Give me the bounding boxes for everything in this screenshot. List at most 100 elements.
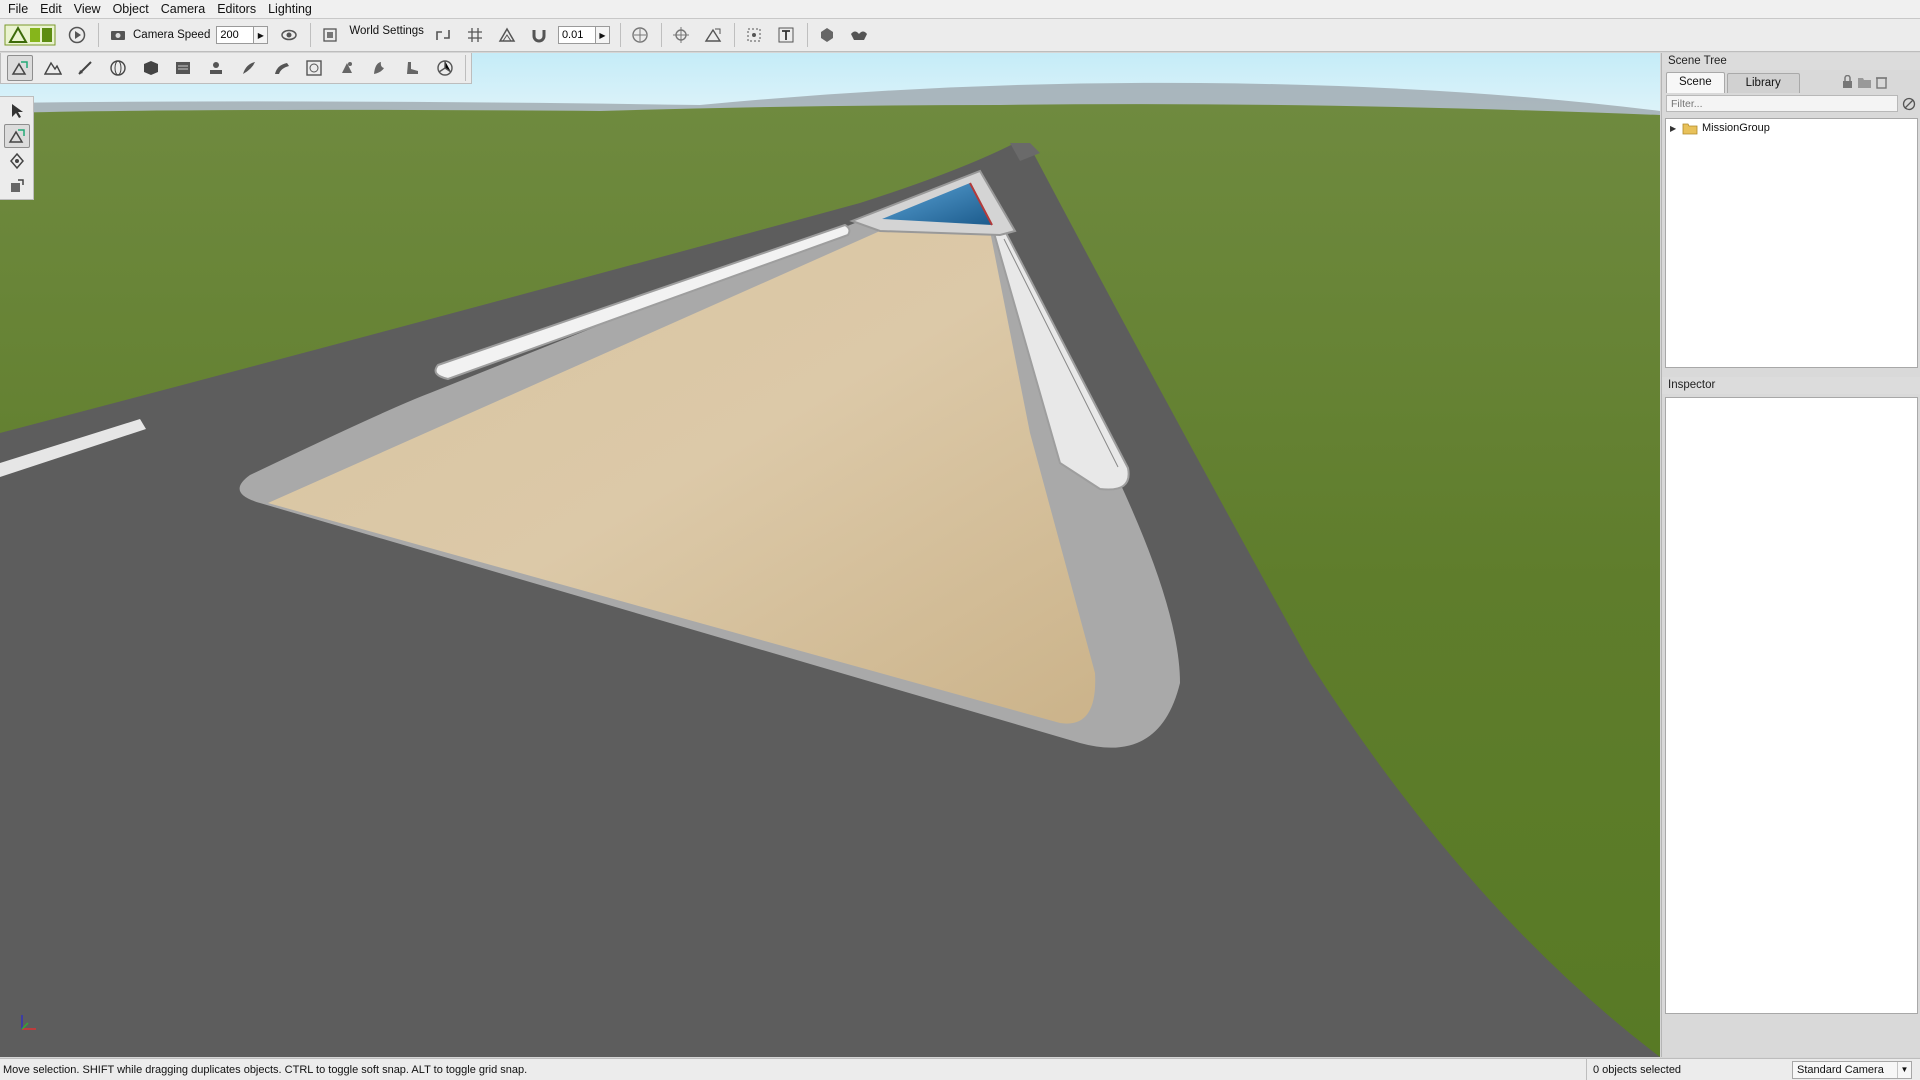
mission-area-button[interactable] (400, 55, 426, 81)
menu-file[interactable]: File (2, 0, 34, 19)
scene-viewport[interactable] (0, 53, 1660, 1057)
datablock-editor-button[interactable] (171, 55, 197, 81)
palette-collapse-handle[interactable] (465, 55, 471, 81)
move-tool-button[interactable] (3, 124, 30, 148)
selection-icon (632, 27, 648, 43)
cube-icon (143, 61, 158, 75)
object-transform-button[interactable] (700, 22, 726, 48)
clear-filter-button[interactable] (1901, 96, 1917, 112)
toolbar-separator (310, 23, 312, 47)
lock-icon[interactable] (1840, 75, 1855, 89)
navmesh-icon (437, 60, 453, 76)
snap-icon (436, 30, 450, 40)
object-snap-button[interactable] (430, 22, 456, 48)
tree-expand-icon[interactable]: ▶ (1670, 124, 1680, 133)
selection-count: 0 objects selected (1586, 1058, 1786, 1080)
road-editor-button[interactable] (269, 55, 295, 81)
scene-tree-title: Scene Tree (1662, 53, 1920, 70)
decal-icon (342, 62, 353, 73)
menu-editors[interactable]: Editors (211, 0, 262, 19)
visibility-button[interactable] (276, 22, 302, 48)
camera-mode-select[interactable]: Standard Camera ▼ (1792, 1060, 1912, 1079)
menu-edit[interactable]: Edit (34, 0, 68, 19)
select-tool-button[interactable] (4, 99, 30, 123)
material-editor-button[interactable] (105, 55, 131, 81)
terrain-editor-button[interactable] (40, 55, 66, 81)
camera-speed-input[interactable] (216, 26, 255, 44)
camera-icon (111, 31, 125, 40)
camera-button[interactable] (105, 22, 131, 48)
sketch-tool-button[interactable] (138, 55, 164, 81)
scene-tree-view: ▶ MissionGroup (1665, 118, 1918, 368)
fit-view-icon (323, 28, 338, 42)
bounding-box-icon (747, 28, 761, 42)
arrow-cursor-icon (11, 104, 23, 118)
filter-row (1662, 93, 1920, 114)
decal-editor-button[interactable] (334, 55, 360, 81)
trash-icon[interactable] (1874, 75, 1889, 89)
toolbar-separator (806, 23, 808, 47)
terrain-snap-button[interactable] (494, 22, 520, 48)
play-icon (68, 26, 86, 44)
road-icon (274, 63, 289, 74)
tab-scene[interactable]: Scene (1666, 72, 1725, 93)
scene-filter-input[interactable] (1666, 95, 1899, 112)
bird-icon (850, 31, 867, 40)
chevron-down-icon: ▼ (1897, 1061, 1911, 1078)
editor-palette (0, 53, 472, 84)
inspector-title: Inspector (1662, 377, 1920, 394)
fit-view-button[interactable] (317, 22, 343, 48)
sphere-icon (110, 60, 126, 76)
move-icon (8, 129, 25, 143)
inspector-panel: Inspector (1662, 371, 1920, 1031)
toolbar-separator (660, 23, 662, 47)
object-editor-icon (11, 61, 28, 75)
bounds-snap-button[interactable] (526, 22, 552, 48)
boot-icon (407, 62, 419, 74)
tab-library[interactable]: Library (1726, 73, 1800, 93)
datablock-icon (176, 62, 191, 74)
text-labels-button[interactable] (773, 22, 799, 48)
navmesh-editor-button[interactable] (432, 55, 458, 81)
pivot-button[interactable] (668, 22, 694, 48)
grid-snap-button[interactable] (462, 22, 488, 48)
shape-icon (820, 28, 833, 42)
folder-icon[interactable] (1857, 75, 1872, 89)
terrain-painter-button[interactable] (72, 55, 98, 81)
rotate-tool-button[interactable] (4, 149, 30, 173)
magnet-icon (532, 30, 546, 43)
grid-icon (467, 28, 482, 42)
camera-speed-arrow-button[interactable]: ▶ (254, 26, 269, 44)
menu-view[interactable]: View (68, 0, 107, 19)
forest-icon (373, 62, 384, 74)
object-editor-button[interactable] (7, 55, 33, 81)
scene-tree-panel: Scene Tree Scene Library ▶ MissionGroup (1662, 53, 1920, 371)
menu-lighting[interactable]: Lighting (262, 0, 318, 19)
editor-logo-icon[interactable] (4, 22, 56, 48)
snap-value-arrow-button[interactable]: ▶ (595, 26, 610, 44)
forest-tool-button[interactable] (367, 55, 393, 81)
camera-mode-value: Standard Camera (1797, 1063, 1884, 1076)
scale-icon (10, 179, 24, 192)
play-game-button[interactable] (64, 22, 90, 48)
snap-value-input[interactable] (557, 26, 596, 44)
bounding-box-button[interactable] (741, 22, 767, 48)
forest-editor-button[interactable] (846, 22, 872, 48)
terrain-icon (43, 61, 62, 75)
river-editor-button[interactable] (236, 55, 262, 81)
scale-tool-button[interactable] (4, 174, 30, 198)
feather-icon (242, 62, 255, 74)
eye-icon (281, 29, 298, 41)
menu-bar: File Edit View Object Camera Editors Lig… (0, 0, 1920, 19)
menu-object[interactable]: Object (107, 0, 155, 19)
brush-icon (78, 61, 93, 75)
select-objects-button[interactable] (627, 22, 653, 48)
status-bar: Move selection. SHIFT while dragging dup… (0, 1058, 1920, 1080)
particle-editor-button[interactable] (203, 55, 229, 81)
tree-item-missiongroup[interactable]: ▶ MissionGroup (1666, 119, 1917, 137)
menu-camera[interactable]: Camera (155, 0, 211, 19)
shape-editor-button[interactable] (814, 22, 840, 48)
mesh-road-editor-button[interactable] (301, 55, 327, 81)
world-settings-label[interactable]: World Settings (349, 25, 424, 37)
scene-tree-tabs: Scene Library (1662, 71, 1920, 93)
